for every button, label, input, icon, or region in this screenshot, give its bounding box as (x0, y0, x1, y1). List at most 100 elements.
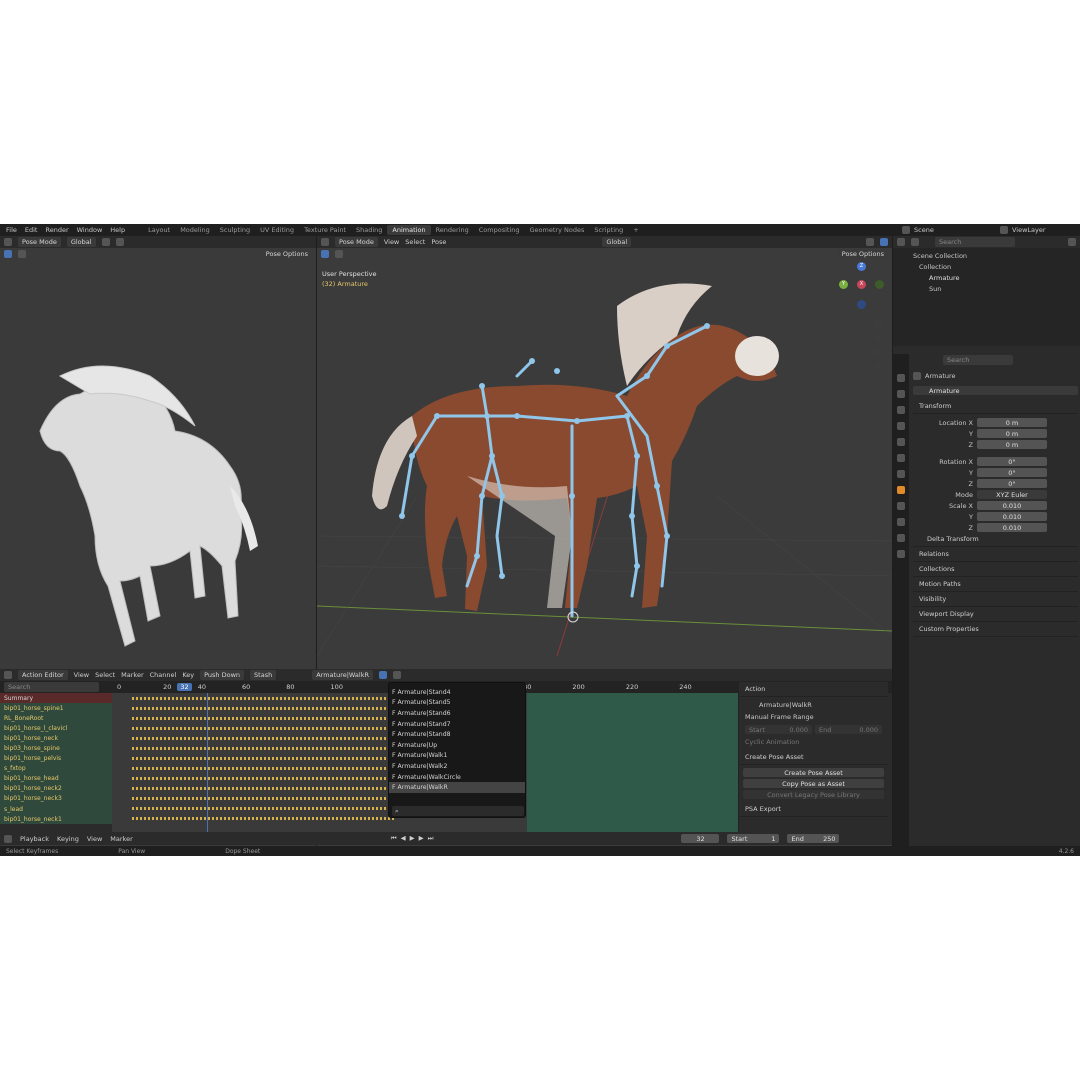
copy-pose-as-asset-button[interactable]: Copy Pose as Asset (743, 779, 884, 788)
gizmo-neg-z[interactable] (857, 300, 866, 309)
timeline-editor-icon[interactable] (4, 834, 12, 843)
tab-animation[interactable]: Animation (387, 225, 431, 235)
unlink-action-icon[interactable] (393, 671, 402, 679)
playhead-line[interactable] (207, 693, 208, 832)
constraints-tab-icon[interactable] (897, 534, 905, 542)
tool-tab-icon[interactable] (897, 374, 905, 382)
manual-frame-range-checkbox[interactable]: Manual Frame Range (745, 713, 882, 721)
scale-x[interactable]: 0.010 (977, 501, 1047, 510)
editor-type-icon[interactable] (4, 238, 12, 246)
action-option[interactable]: F Armature|Stand7 (389, 719, 525, 730)
tab-uv-editing[interactable]: UV Editing (255, 225, 299, 235)
psa-export-section[interactable]: PSA Export (739, 802, 888, 817)
channel-row[interactable]: bip03_horse_spine (0, 743, 112, 754)
channel-row[interactable]: bip01_horse_l_clavicl (0, 723, 112, 734)
relations-section[interactable]: Relations (913, 547, 1078, 562)
action-option[interactable]: F Armature|Walk1 (389, 751, 525, 762)
start-frame-field[interactable]: Start 1 (727, 834, 780, 843)
scale-z[interactable]: 0.010 (977, 523, 1047, 532)
rotation-x[interactable]: 0° (977, 457, 1047, 466)
outliner-item-scene-collection[interactable]: Scene Collection (913, 252, 1080, 260)
left-pose-options[interactable]: Pose Options (261, 249, 312, 259)
custom-properties-section[interactable]: Custom Properties (913, 622, 1078, 637)
menu-file[interactable]: File (6, 226, 17, 234)
tab-shading[interactable]: Shading (351, 225, 387, 235)
data-tab-icon[interactable] (897, 550, 905, 558)
tab-layout[interactable]: Layout (143, 225, 175, 235)
menu-select[interactable]: Select (95, 671, 115, 679)
scene-name[interactable]: Scene (914, 226, 934, 234)
keyframe-row[interactable] (132, 813, 394, 824)
select-mode-icon[interactable] (18, 250, 26, 258)
keyframe-row[interactable] (132, 763, 394, 774)
menu-channel[interactable]: Channel (150, 671, 177, 679)
tab-sculpting[interactable]: Sculpting (215, 225, 255, 235)
delta-transform-section[interactable]: Delta Transform (913, 532, 1078, 547)
range-start-field[interactable]: Start 0.000 (745, 725, 812, 734)
outliner-editor-icon[interactable] (897, 238, 905, 246)
location-y[interactable]: 0 m (977, 429, 1047, 438)
keyframe-row[interactable] (132, 773, 394, 784)
filter-icon[interactable] (1068, 238, 1076, 246)
keyframe-row[interactable] (132, 743, 394, 754)
physics-tab-icon[interactable] (897, 518, 905, 526)
current-frame-field[interactable]: 32 (681, 834, 720, 843)
prev-key-icon[interactable]: ◀ (401, 834, 406, 843)
menu-marker[interactable]: Marker (121, 671, 143, 679)
viewport-display-section[interactable]: Viewport Display (913, 607, 1078, 622)
action-name-field[interactable]: Armature|WalkR (745, 701, 882, 709)
modifiers-tab-icon[interactable] (897, 502, 905, 510)
current-frame-indicator[interactable]: 32 (177, 683, 192, 691)
view-layer-tab-icon[interactable] (897, 422, 905, 430)
keyframe-row[interactable] (132, 713, 394, 724)
menu-window[interactable]: Window (77, 226, 103, 234)
create-pose-asset-button[interactable]: Create Pose Asset (743, 768, 884, 777)
channel-row[interactable]: bip01_horse_neck2 (0, 783, 112, 794)
gizmo-x[interactable]: X (857, 280, 866, 289)
zoom-icon[interactable] (874, 320, 882, 328)
keyframe-row[interactable] (132, 693, 394, 704)
scale-y[interactable]: 0.010 (977, 512, 1047, 521)
location-x[interactable]: 0 m (977, 418, 1047, 427)
gizmo-y[interactable]: Y (839, 280, 848, 289)
action-option[interactable]: F Armature|WalkCircle (389, 772, 525, 783)
channel-row[interactable]: bip01_horse_pelvis (0, 753, 112, 764)
keyframe-row[interactable] (132, 723, 394, 734)
channel-row[interactable]: s_lead (0, 804, 112, 815)
end-frame-field[interactable]: End 250 (787, 834, 840, 843)
action-option[interactable]: F Armature|Stand8 (389, 729, 525, 740)
action-selector[interactable]: Armature|WalkR (312, 670, 374, 680)
proportional-icon[interactable] (115, 238, 124, 246)
action-panel-title[interactable]: Action (739, 682, 888, 697)
jump-end-icon[interactable]: ⏭ (428, 834, 434, 843)
next-key-icon[interactable]: ▶ (419, 834, 424, 843)
channel-row[interactable]: bip01_horse_neck1 (0, 814, 112, 825)
render-tab-icon[interactable] (897, 390, 905, 398)
navigation-gizmo[interactable]: Z Y X (837, 262, 885, 310)
menu-edit[interactable]: Edit (25, 226, 38, 234)
object-name-field[interactable]: Armature (913, 386, 1078, 395)
action-search-field[interactable]: ⌕ (392, 806, 524, 816)
channel-row[interactable]: RL_BoneRoot (0, 713, 112, 724)
keyframe-row[interactable] (132, 803, 394, 814)
tab-rendering[interactable]: Rendering (431, 225, 474, 235)
create-pose-asset-section[interactable]: Create Pose Asset (739, 750, 888, 765)
grid-icon[interactable] (874, 362, 882, 370)
action-editor-mode[interactable]: Action Editor (18, 670, 68, 680)
view-layer-name[interactable]: ViewLayer (1012, 226, 1046, 234)
keyframe-row[interactable] (132, 753, 394, 764)
rotation-mode-select[interactable]: XYZ Euler (977, 490, 1047, 499)
snap-icon[interactable] (101, 238, 110, 246)
fake-user-icon[interactable] (379, 671, 388, 679)
gizmo-neg-y[interactable] (875, 280, 884, 289)
rotation-y[interactable]: 0° (977, 468, 1047, 477)
collections-section[interactable]: Collections (913, 562, 1078, 577)
location-z[interactable]: 0 m (977, 440, 1047, 449)
convert-legacy-pose-library-button[interactable]: Convert Legacy Pose Library (743, 790, 884, 799)
menu-key[interactable]: Key (182, 671, 194, 679)
keyframe-row[interactable] (132, 793, 394, 804)
scene-tab-icon[interactable] (897, 438, 905, 446)
camera-icon[interactable] (874, 348, 882, 356)
collection-tab-icon[interactable] (897, 470, 905, 478)
gizmo-z[interactable]: Z (857, 262, 866, 271)
